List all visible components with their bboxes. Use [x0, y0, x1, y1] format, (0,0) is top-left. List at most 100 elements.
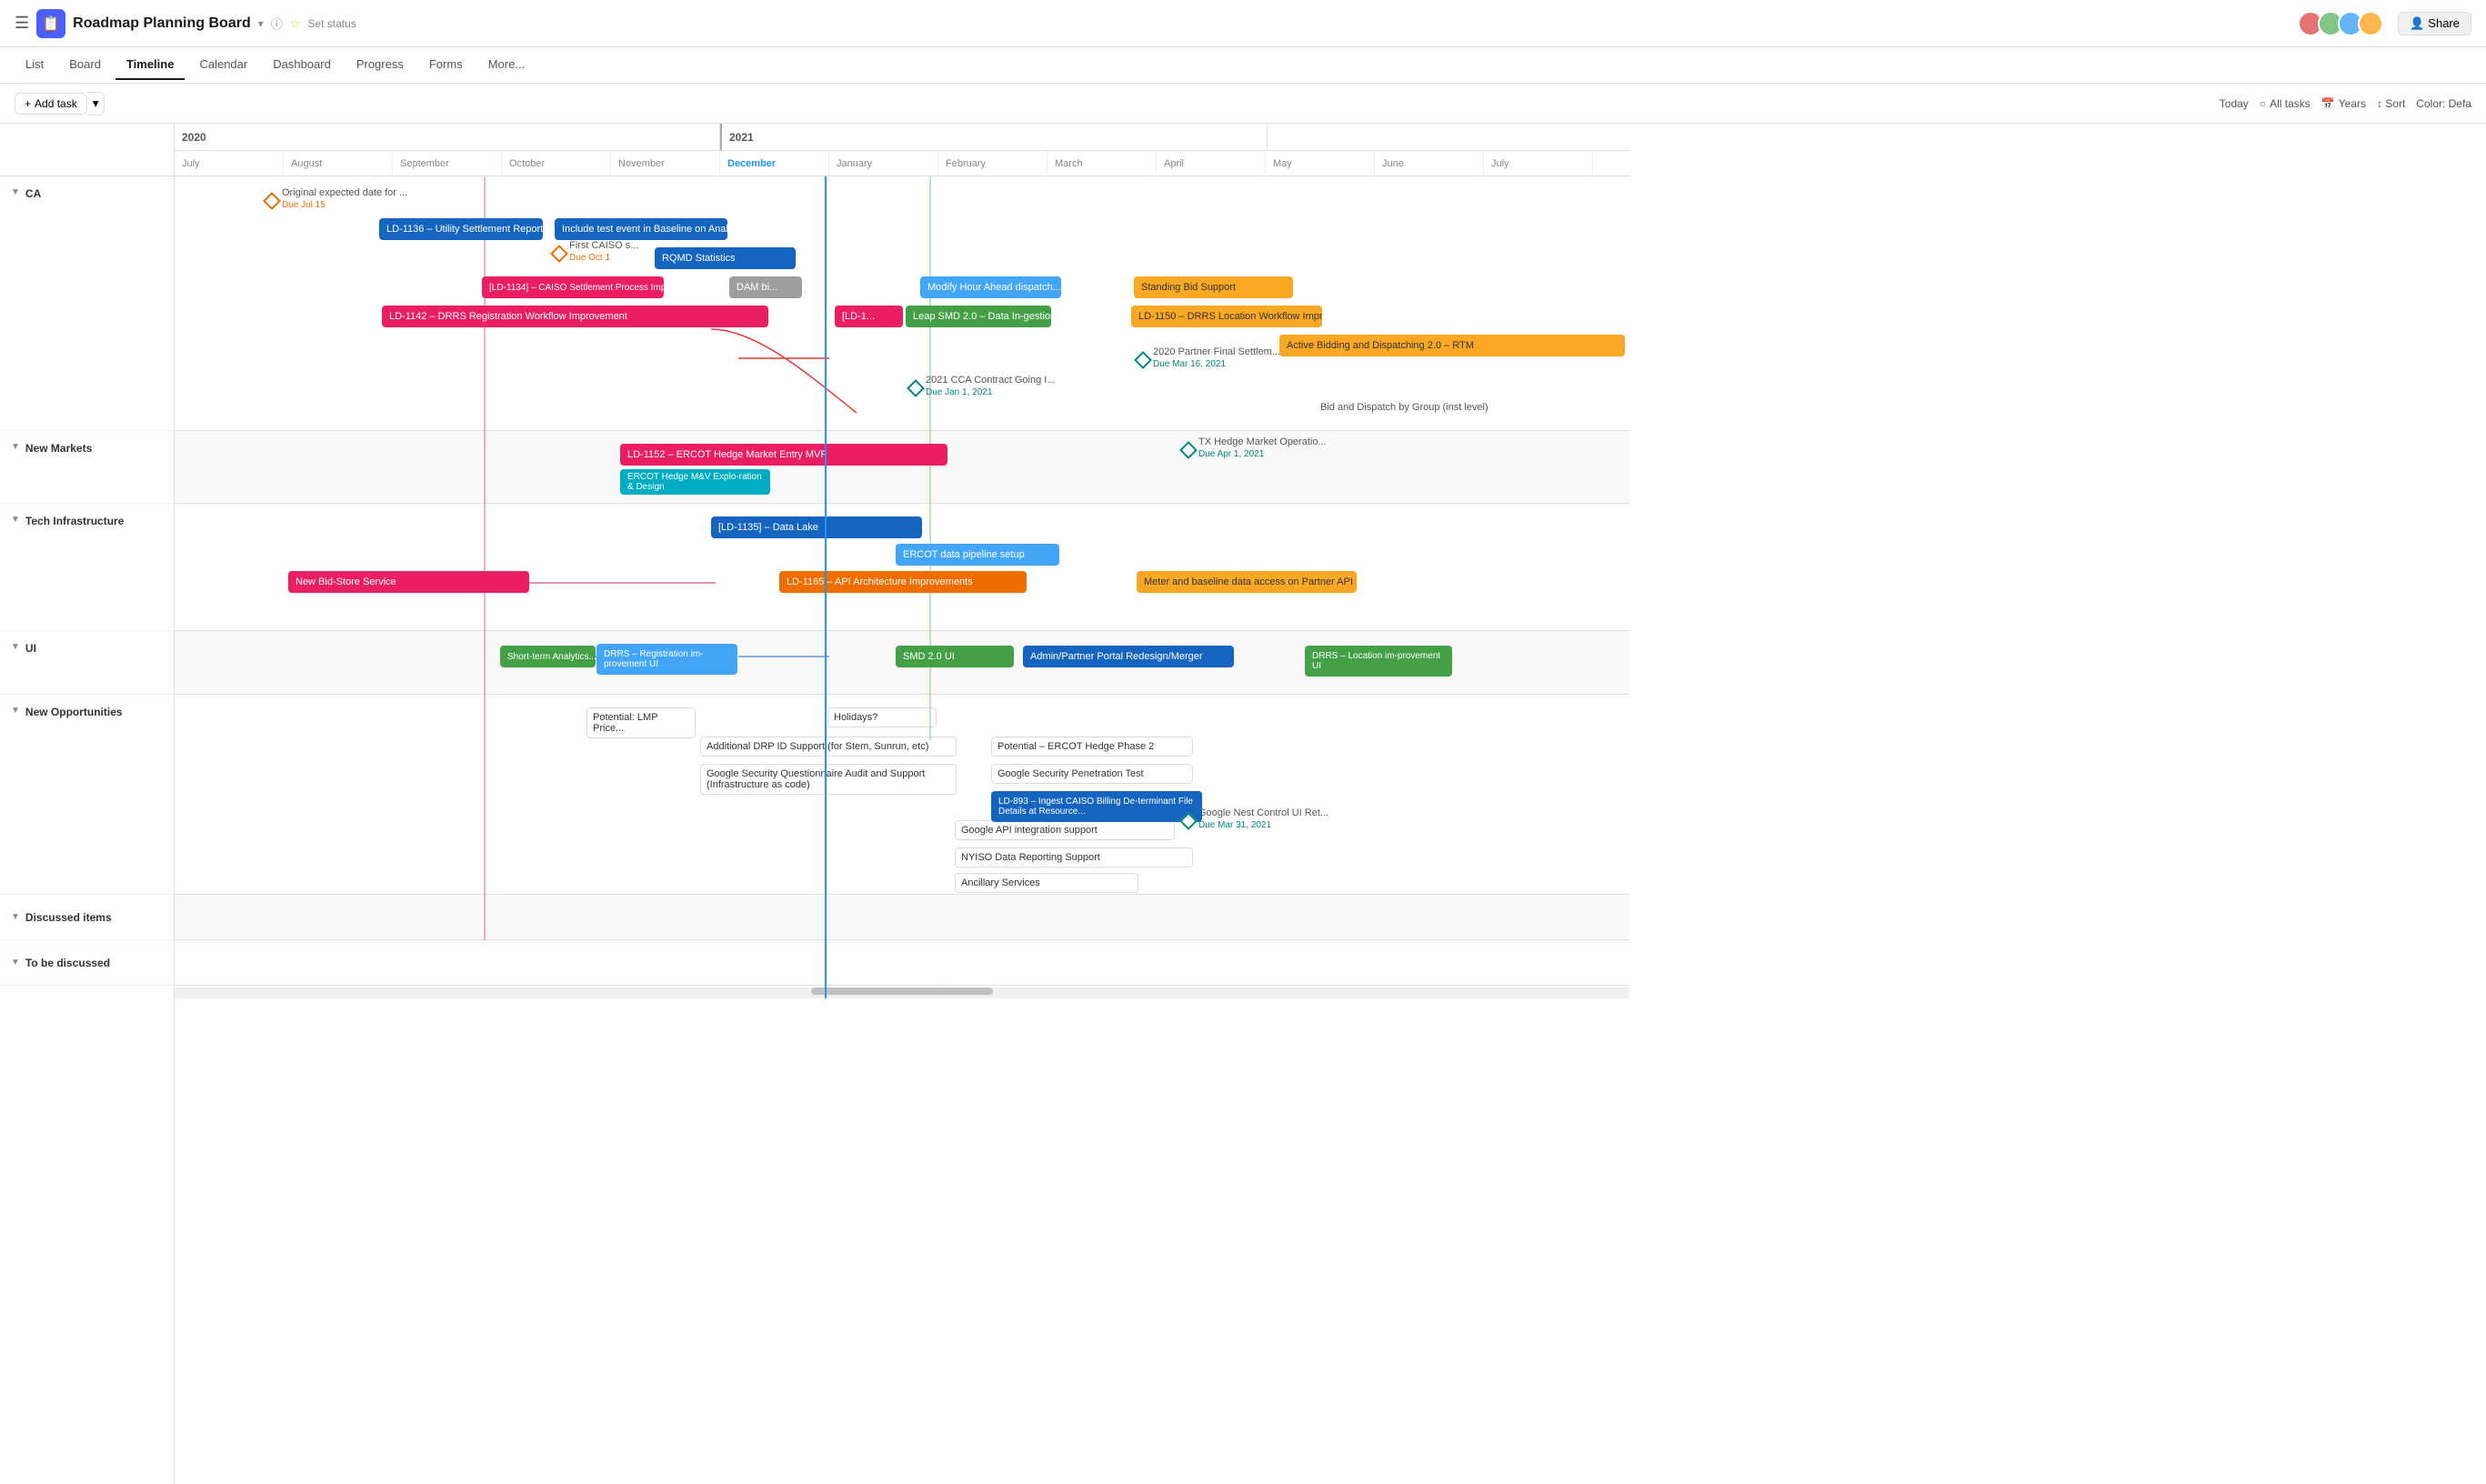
star-icon[interactable]: ☆: [290, 16, 301, 31]
month-july: July: [175, 151, 284, 175]
all-tasks-button[interactable]: ○ All tasks: [2260, 97, 2311, 110]
month-july2: July: [1484, 151, 1593, 175]
new-opp-label: New Opportunities: [25, 706, 123, 718]
info-icon: ⓘ: [271, 15, 283, 32]
section-label-discussed[interactable]: ▼ Discussed items: [0, 895, 174, 940]
ca-connectors: [175, 176, 1629, 430]
milestone-2020-partner-label: 2020 Partner Final Settlem...: [1153, 346, 1280, 357]
title-chevron-icon: ▾: [258, 17, 264, 30]
milestone-tx-hedge-diamond: [1179, 441, 1198, 459]
section-tech-infra: [LD-1135] – Data Lake ERCOT data pipelin…: [175, 504, 1629, 631]
tech-infra-label: Tech Infrastructure: [25, 515, 124, 527]
section-label-tech-infra[interactable]: ▼ Tech Infrastructure: [0, 504, 174, 631]
task-leap-smd[interactable]: Leap SMD 2.0 – Data In-gestion Improveme…: [906, 306, 1051, 327]
add-task-button[interactable]: + Add task: [15, 93, 87, 115]
nav-timeline[interactable]: Timeline: [115, 50, 185, 80]
year-2021: 2021: [722, 124, 1268, 150]
task-potential-ercot[interactable]: Potential – ERCOT Hedge Phase 2: [991, 737, 1193, 757]
task-google-api[interactable]: Google API integration support: [955, 820, 1175, 840]
section-label-new-opp[interactable]: ▼ New Opportunities: [0, 695, 174, 895]
task-new-bid-store[interactable]: New Bid-Store Service: [288, 571, 529, 593]
task-bid-dispatch-label[interactable]: Bid and Dispatch by Group (inst level): [1320, 402, 1489, 413]
toolbar-right: Today ○ All tasks 📅 Years ↕ Sort Color: …: [2220, 97, 2471, 110]
month-august: August: [284, 151, 393, 175]
nav-list[interactable]: List: [15, 50, 55, 80]
milestone-google-nest-label: Google Nest Control UI Ret...: [1198, 807, 1328, 818]
task-additional-drp[interactable]: Additional DRP ID Support (for Stem, Sun…: [700, 737, 957, 757]
plus-icon: +: [25, 97, 31, 110]
task-short-term[interactable]: Short-term Analytics...: [500, 646, 596, 667]
task-ld-1142[interactable]: LD-1142 – DRRS Registration Workflow Imp…: [382, 306, 768, 327]
section-label-to-discuss[interactable]: ▼ To be discussed: [0, 940, 174, 986]
task-meter-baseline[interactable]: Meter and baseline data access on Partne…: [1137, 571, 1357, 593]
chevron-to-discuss-icon: ▼: [11, 958, 20, 968]
task-ercot-hedge[interactable]: ERCOT Hedge M&V Explo-ration & Design: [620, 469, 770, 495]
color-button[interactable]: Color: Defa: [2416, 97, 2471, 110]
month-march: March: [1048, 151, 1157, 175]
milestone-original-diamond: [263, 192, 281, 210]
add-task-label: Add task: [35, 97, 77, 110]
milestone-2021-cca-diamond: [907, 379, 925, 397]
nav-more[interactable]: More...: [477, 50, 536, 80]
share-icon: 👤: [2410, 16, 2424, 31]
today-button[interactable]: Today: [2220, 97, 2249, 110]
timeline-area[interactable]: 2020 2021 July August September October …: [175, 124, 2486, 1484]
milestone-original[interactable]: Original expected date for ... Due Jul 1…: [266, 195, 278, 207]
section-label-new-markets[interactable]: ▼ New Markets: [0, 431, 174, 504]
nav-calendar[interactable]: Calendar: [188, 50, 258, 80]
task-ld-1152[interactable]: LD-1152 – ERCOT Hedge Market Entry MVP: [620, 444, 947, 466]
task-google-sec-pen[interactable]: Google Security Penetration Test: [991, 764, 1193, 784]
task-holidays[interactable]: Holidays?: [827, 707, 937, 727]
milestone-original-label: Original expected date for ...: [282, 187, 407, 198]
task-ld-1135[interactable]: [LD-1135] – Data Lake: [711, 516, 922, 538]
section-label-ui[interactable]: ▼ UI: [0, 631, 174, 695]
section-ui: Short-term Analytics... DRRS – Registrat…: [175, 631, 1629, 695]
task-ld1-unknown[interactable]: [LD-1...: [835, 306, 903, 327]
task-nyiso[interactable]: NYISO Data Reporting Support: [955, 847, 1193, 867]
task-google-sec-q[interactable]: Google Security Questionnaire Audit and …: [700, 764, 957, 795]
task-dam-bi[interactable]: DAM bi...: [729, 276, 802, 298]
task-ld-1150[interactable]: LD-1150 – DRRS Location Workflow Improve…: [1131, 306, 1322, 327]
menu-icon[interactable]: ☰: [15, 14, 29, 33]
milestone-2020-partner-due: Due Mar 16, 2021: [1153, 359, 1226, 369]
milestone-first-caiso-due: Due Oct 1: [569, 253, 610, 263]
task-ancillary[interactable]: Ancillary Services: [955, 873, 1138, 893]
task-smd-ui[interactable]: SMD 2.0 UI: [896, 646, 1014, 667]
section-new-opp: Potential: LMP Price... Holidays? Additi…: [175, 695, 1629, 895]
task-drrs-loc[interactable]: DRRS – Location im-provement UI: [1305, 646, 1452, 677]
nav-dashboard[interactable]: Dashboard: [262, 50, 342, 80]
month-april: April: [1157, 151, 1266, 175]
task-potential-lmp[interactable]: Potential: LMP Price...: [586, 707, 696, 738]
task-ld-1134[interactable]: [LD-1134] – CAISO Settlement Process Imp…: [482, 276, 664, 298]
sort-button[interactable]: ↕ Sort: [2377, 97, 2405, 110]
task-standing-bid[interactable]: Standing Bid Support: [1134, 276, 1293, 298]
share-button[interactable]: 👤 Share: [2398, 12, 2471, 35]
task-active-bidding[interactable]: Active Bidding and Dispatching 2.0 – RTM: [1279, 335, 1625, 356]
task-drrs-reg[interactable]: DRRS – Registration im-provement UI: [596, 644, 737, 675]
nav-board[interactable]: Board: [58, 50, 112, 80]
task-ld-1165[interactable]: LD-1165 – API Architecture Improvements: [779, 571, 1027, 593]
years-label: Years: [2339, 97, 2366, 110]
months-row: July August September October November D…: [175, 151, 1629, 176]
nav-forms[interactable]: Forms: [418, 50, 474, 80]
task-modify-hour[interactable]: Modify Hour Ahead dispatch...: [920, 276, 1061, 298]
chevron-discussed-icon: ▼: [11, 912, 20, 922]
task-ercot-pipeline[interactable]: ERCOT data pipeline setup: [896, 544, 1059, 566]
task-ld-1136[interactable]: LD-1136 – Utility Settlement Report: [379, 218, 543, 240]
h-scrollbar[interactable]: [175, 988, 1629, 998]
status-button[interactable]: Set status: [307, 17, 356, 30]
add-task-dropdown[interactable]: ▾: [87, 92, 105, 115]
month-november: November: [611, 151, 720, 175]
nav-progress[interactable]: Progress: [346, 50, 415, 80]
task-admin-partner[interactable]: Admin/Partner Portal Redesign/Merger: [1023, 646, 1234, 667]
task-ld-893[interactable]: LD-893 – Ingest CAISO Billing De-termina…: [991, 791, 1202, 822]
section-new-markets: LD-1152 – ERCOT Hedge Market Entry MVP E…: [175, 431, 1629, 504]
section-label-ca[interactable]: ▼ CA: [0, 176, 174, 431]
years-button[interactable]: 📅 Years: [2321, 97, 2366, 110]
month-january: January: [829, 151, 938, 175]
task-rqmd[interactable]: RQMD Statistics: [655, 247, 796, 269]
timeline-inner: 2020 2021 July August September October …: [175, 124, 1629, 998]
milestone-google-nest-due: Due Mar 31, 2021: [1198, 820, 1271, 830]
task-include-test[interactable]: Include test event in Baseline on Analyt…: [555, 218, 727, 240]
labels-panel: ▼ CA ▼ New Markets ▼ Tech Infrastructure…: [0, 124, 175, 1484]
